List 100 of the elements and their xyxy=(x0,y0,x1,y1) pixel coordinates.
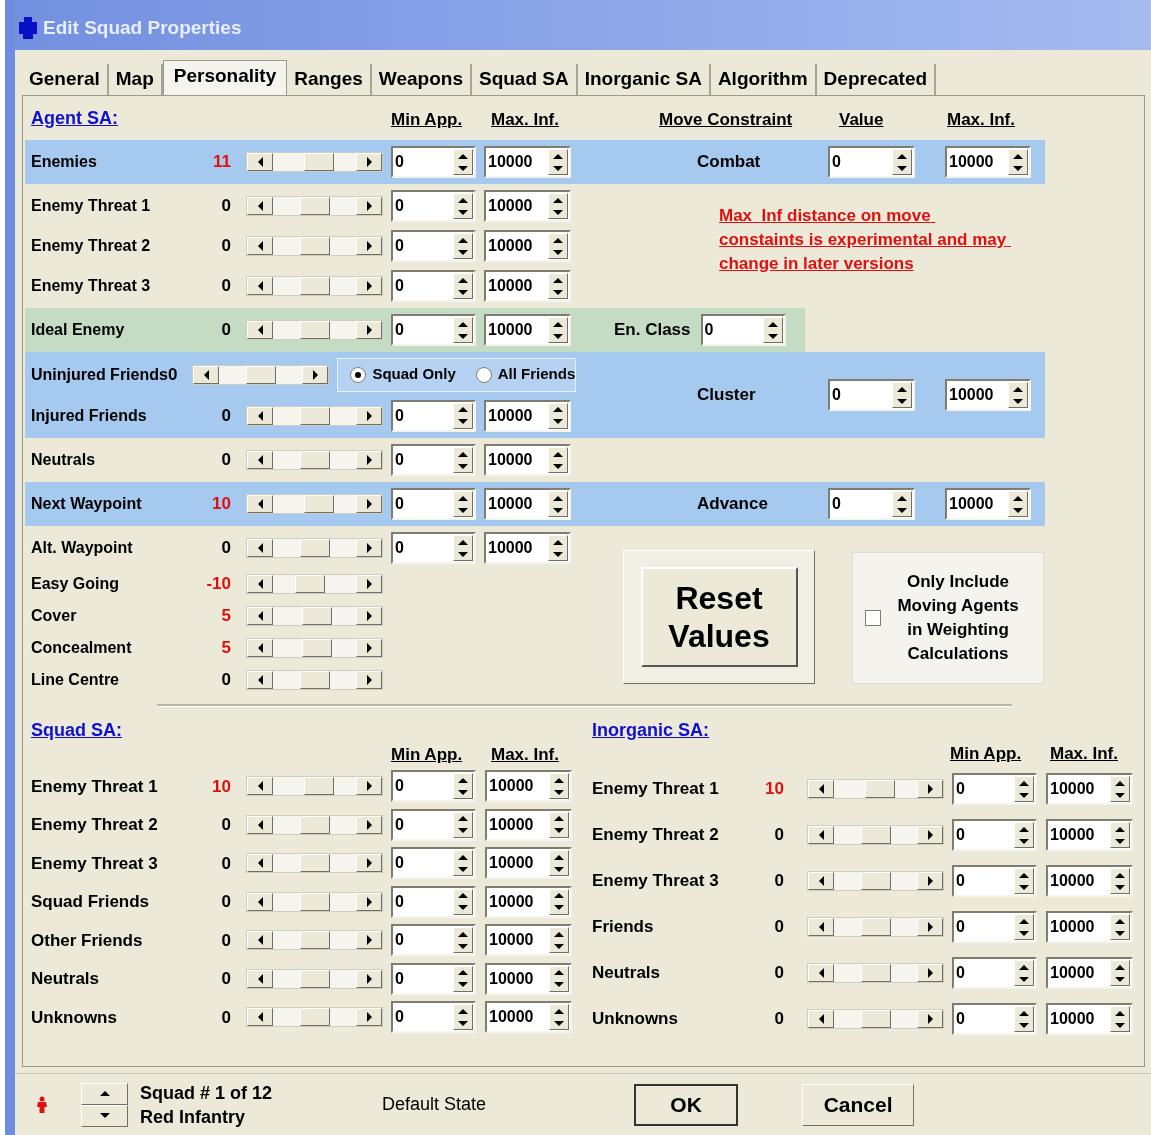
scroll-right-button[interactable] xyxy=(356,607,382,625)
radio-option[interactable]: Squad Only xyxy=(350,363,456,386)
spin-button[interactable] xyxy=(1110,1006,1130,1032)
spin-button[interactable] xyxy=(892,382,912,408)
scroll-right-button[interactable] xyxy=(917,872,943,890)
scroll-right-button[interactable] xyxy=(356,321,382,339)
spin-button[interactable] xyxy=(548,193,568,219)
scroll-right-button[interactable] xyxy=(356,406,382,425)
slider[interactable] xyxy=(192,364,330,385)
spin-button[interactable] xyxy=(549,965,569,992)
scroll-left-button[interactable] xyxy=(247,153,273,171)
slider[interactable] xyxy=(246,538,383,558)
spin-button[interactable] xyxy=(453,1004,473,1031)
scroll-left-button[interactable] xyxy=(808,826,834,844)
spin-button[interactable] xyxy=(453,811,473,838)
slider-thumb[interactable] xyxy=(860,964,891,982)
scroll-right-button[interactable] xyxy=(917,964,943,982)
spin-button[interactable] xyxy=(453,273,473,299)
slider[interactable] xyxy=(246,494,383,514)
scroll-left-button[interactable] xyxy=(808,780,834,798)
spin-button[interactable] xyxy=(453,317,473,343)
checkbox[interactable] xyxy=(865,610,881,626)
scroll-left-button[interactable] xyxy=(247,237,273,255)
ok-button[interactable]: OK xyxy=(634,1083,739,1126)
slider-thumb[interactable] xyxy=(295,575,326,593)
scroll-right-button[interactable] xyxy=(356,671,382,689)
slider[interactable] xyxy=(246,670,383,690)
scroll-right-button[interactable] xyxy=(917,918,943,936)
spin-button[interactable] xyxy=(892,149,912,175)
slider-thumb[interactable] xyxy=(299,854,330,873)
scroll-left-button[interactable] xyxy=(247,671,273,689)
spin-button[interactable] xyxy=(548,149,568,175)
slider[interactable] xyxy=(246,196,383,216)
scroll-left-button[interactable] xyxy=(247,931,273,950)
slider[interactable] xyxy=(246,891,383,912)
scroll-right-button[interactable] xyxy=(356,277,382,295)
slider[interactable] xyxy=(246,776,383,797)
spin-button[interactable] xyxy=(1014,868,1034,894)
slider-thumb[interactable] xyxy=(864,780,895,798)
spin-button[interactable] xyxy=(548,402,568,429)
spin-button[interactable] xyxy=(892,491,912,517)
spin-button[interactable] xyxy=(453,888,473,915)
spin-button[interactable] xyxy=(548,535,568,561)
spin-button[interactable] xyxy=(1008,149,1028,175)
slider-thumb[interactable] xyxy=(860,826,891,844)
radio-option[interactable]: All Friends xyxy=(475,363,576,386)
spin-button[interactable] xyxy=(549,888,569,915)
spin-button[interactable] xyxy=(1014,822,1034,848)
spin-button[interactable] xyxy=(1014,914,1034,940)
slider[interactable] xyxy=(807,871,944,891)
previous-button[interactable] xyxy=(81,1082,128,1105)
spin-button[interactable] xyxy=(1110,822,1130,848)
scroll-left-button[interactable] xyxy=(247,197,273,215)
scroll-right-button[interactable] xyxy=(356,639,382,657)
spin-button[interactable] xyxy=(549,773,569,800)
slider[interactable] xyxy=(246,606,383,626)
scroll-right-button[interactable] xyxy=(302,365,329,384)
slider[interactable] xyxy=(246,320,383,340)
slider-thumb[interactable] xyxy=(302,607,332,625)
spin-button[interactable] xyxy=(453,927,473,954)
scroll-left-button[interactable] xyxy=(247,451,273,469)
slider[interactable] xyxy=(807,1009,944,1029)
scroll-left-button[interactable] xyxy=(247,539,273,557)
slider-thumb[interactable] xyxy=(299,451,330,469)
spin-button[interactable] xyxy=(453,535,473,561)
slider-thumb[interactable] xyxy=(299,969,330,988)
scroll-right-button[interactable] xyxy=(917,1010,943,1028)
slider[interactable] xyxy=(246,152,383,172)
scroll-right-button[interactable] xyxy=(356,539,382,557)
slider-thumb[interactable] xyxy=(299,815,330,834)
spin-button[interactable] xyxy=(549,811,569,838)
slider-thumb[interactable] xyxy=(860,918,891,936)
slider-thumb[interactable] xyxy=(860,872,891,890)
spin-button[interactable] xyxy=(549,850,569,877)
spin-button[interactable] xyxy=(453,965,473,992)
scroll-right-button[interactable] xyxy=(356,451,382,469)
scroll-right-button[interactable] xyxy=(356,197,382,215)
slider-thumb[interactable] xyxy=(860,1010,891,1028)
scroll-left-button[interactable] xyxy=(247,495,273,513)
scroll-right-button[interactable] xyxy=(356,1008,382,1027)
reset-button[interactable]: Reset Values xyxy=(640,567,798,667)
slider[interactable] xyxy=(246,968,383,989)
slider[interactable] xyxy=(246,236,383,256)
scroll-left-button[interactable] xyxy=(808,1010,834,1028)
slider-thumb[interactable] xyxy=(299,321,330,339)
slider-thumb[interactable] xyxy=(299,671,330,689)
scroll-left-button[interactable] xyxy=(247,1008,273,1027)
scroll-left-button[interactable] xyxy=(247,406,273,425)
section-link[interactable]: Squad SA: xyxy=(31,720,122,740)
slider-thumb[interactable] xyxy=(299,539,330,557)
spin-button[interactable] xyxy=(549,927,569,954)
spin-button[interactable] xyxy=(1110,960,1130,986)
spin-button[interactable] xyxy=(453,149,473,175)
scroll-left-button[interactable] xyxy=(247,607,273,625)
slider[interactable] xyxy=(246,814,383,835)
spin-button[interactable] xyxy=(1014,960,1034,986)
checkbox-label[interactable]: Only Include Moving Agents in Weighting Calculations xyxy=(889,570,1027,666)
spin-button[interactable] xyxy=(762,317,783,343)
slider[interactable] xyxy=(246,853,383,874)
scroll-left-button[interactable] xyxy=(808,964,834,982)
